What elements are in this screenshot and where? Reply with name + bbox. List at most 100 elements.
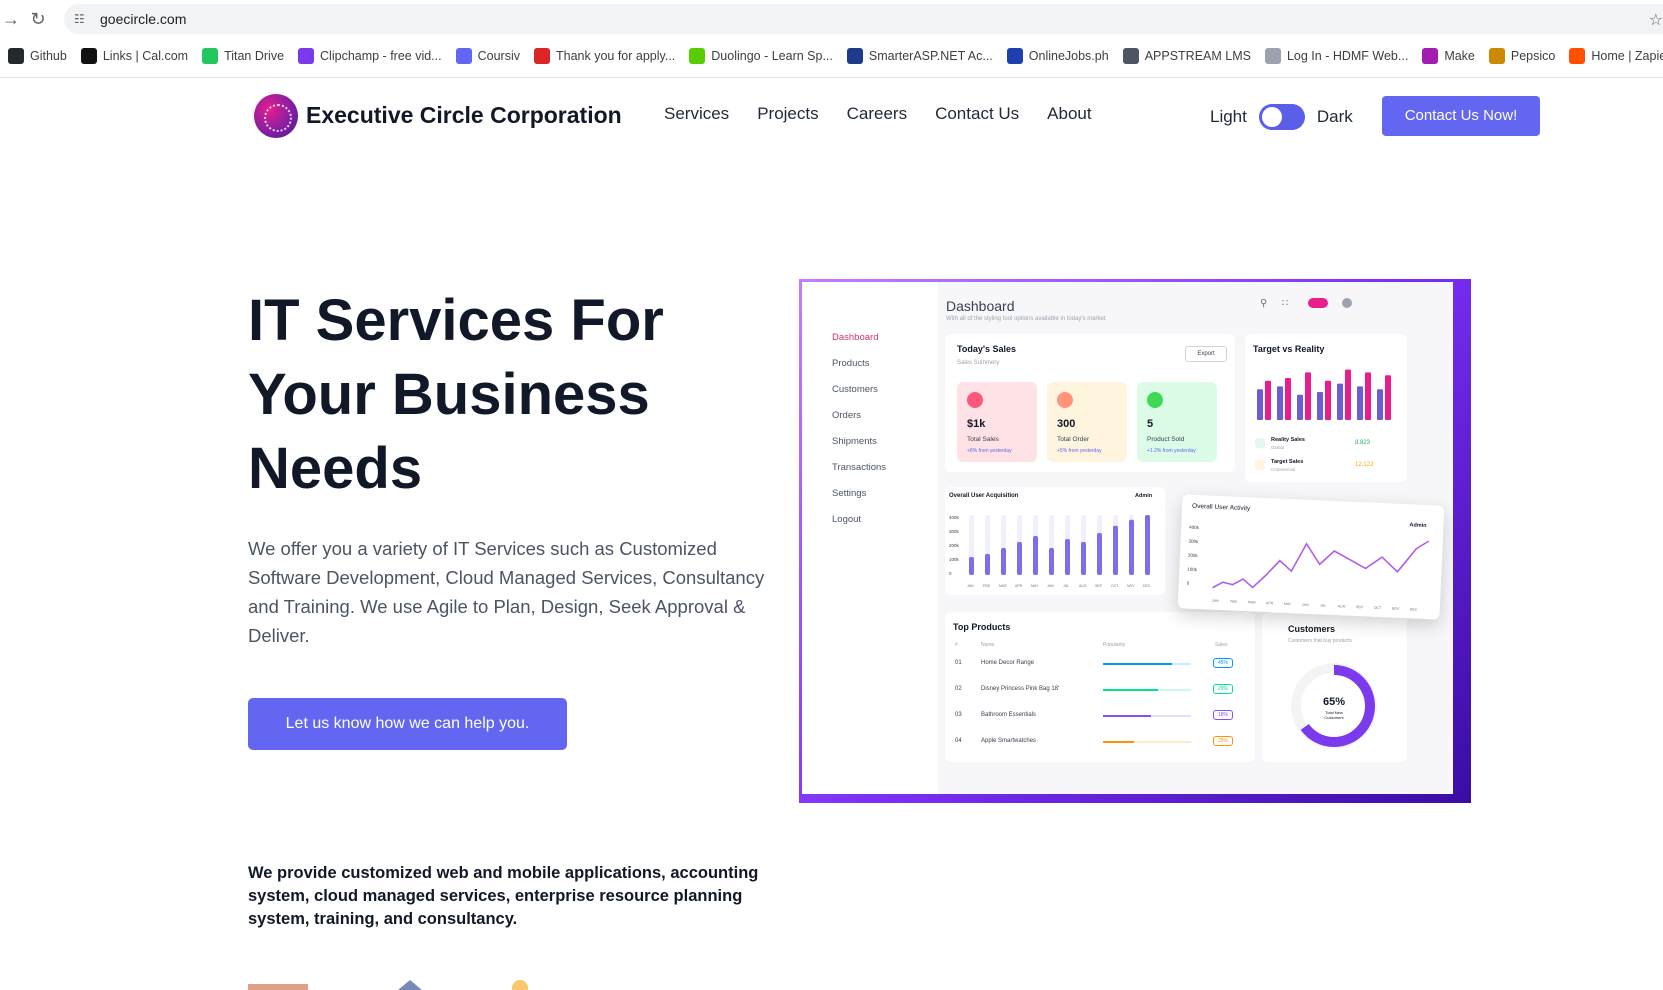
activity-x-tick: SEP [1356, 605, 1364, 609]
acq-x-tick: AUG [1079, 584, 1087, 588]
bookmark-star-icon[interactable]: ☆ [1649, 10, 1663, 30]
bookmark-item[interactable]: Home | Zapier [1569, 48, 1663, 64]
reality-bar [1297, 394, 1303, 420]
stat-card: $1k Total Sales +8% from yesterday [957, 382, 1037, 462]
dashboard-nav-shipments: Shipments [832, 436, 877, 447]
bookmark-item[interactable]: Links | Cal.com [80, 48, 188, 64]
bookmark-item[interactable]: Log In - HDMF Web... [1264, 48, 1409, 64]
bookmark-label: Github [30, 49, 67, 63]
product-rank: 02 [955, 686, 962, 692]
stat-label: Total Order [1057, 436, 1090, 443]
company-logo[interactable] [254, 94, 298, 138]
nav-link-projects[interactable]: Projects [757, 104, 818, 124]
bookmark-label: Clipchamp - free vid... [320, 49, 442, 63]
dashboard-nav-label: Dashboard [832, 332, 879, 343]
site-settings-icon[interactable]: ☷ [74, 11, 90, 27]
bookmark-item[interactable]: APPSTREAM LMS [1122, 48, 1251, 64]
github-icon [8, 48, 24, 64]
stat-change: +5% from yesterday [1057, 448, 1102, 454]
bookmark-item[interactable]: Coursiv [455, 48, 520, 64]
hero-title-line: IT Services For [248, 288, 664, 353]
forward-icon[interactable]: → [0, 8, 22, 30]
bookmark-label: Pepsico [1510, 49, 1556, 63]
activity-line [1212, 540, 1430, 589]
address-bar[interactable]: ☷ goecircle.com ☆ [64, 4, 1663, 34]
bookmark-item[interactable]: OnlineJobs.ph [1006, 48, 1109, 64]
hero-description: We offer you a variety of IT Services su… [248, 538, 765, 646]
acq-bar [1097, 533, 1102, 575]
product-row: 04 Apple Smartwatches 25% [955, 736, 1255, 750]
reality-bar [1317, 392, 1323, 420]
reload-icon[interactable]: ↻ [27, 8, 49, 30]
product-name: Apple Smartwatches [981, 738, 1037, 744]
nav-link-careers[interactable]: Careers [847, 104, 907, 124]
product-rank: 04 [955, 738, 962, 744]
activity-y-tick: 100k [1187, 567, 1198, 572]
bookmark-item[interactable]: Clipchamp - free vid... [298, 48, 442, 64]
bookmark-label: Log In - HDMF Web... [1286, 49, 1409, 63]
reality-bar [1377, 389, 1383, 420]
bookmark-item[interactable]: Github [8, 48, 67, 64]
stat-card: 300 Total Order +5% from yesterday [1047, 382, 1127, 462]
dashboard-nav-label: Transactions [832, 462, 887, 473]
dashboard-nav-label: Customers [832, 384, 878, 395]
bookmark-item[interactable]: SmarterASP.NET Ac... [846, 48, 993, 64]
contact-us-now-button[interactable]: Contact Us Now! [1382, 96, 1540, 136]
activity-x-tick: MAR [1248, 600, 1256, 604]
bookmark-item[interactable]: Thank you for apply... [533, 48, 676, 64]
sales-badge: 25% [1213, 736, 1234, 746]
smarterasp-icon [846, 48, 863, 64]
bookmarks-bar: Github Links | Cal.com Titan Drive Clipcham… [0, 44, 1663, 68]
acquisition-title: Overall User Acquisition [949, 493, 1019, 499]
acq-x-tick: FEB [983, 584, 990, 588]
dashboard-nav-dashboard: Dashboard [832, 332, 878, 343]
reality-sales-label: Reality Sales [1271, 437, 1305, 443]
bookmark-label: Home | Zapier [1591, 49, 1663, 63]
help-button[interactable]: Let us know how we can help you. [248, 698, 567, 750]
address-row: → ↻ ☷ goecircle.com ☆ [0, 0, 1663, 38]
acq-bar [985, 554, 990, 575]
activity-y-tick: 200k [1188, 553, 1199, 558]
target-bar [1265, 380, 1271, 420]
stat-label: Total Sales [967, 436, 999, 443]
nav-link-services[interactable]: Services [664, 104, 729, 124]
customers-label: Total New Customers [1324, 710, 1344, 720]
todays-sales-subtitle: Sales Summery [957, 360, 1000, 366]
product-name: Bathroom Essentials [981, 712, 1037, 718]
theme-toggle[interactable] [1258, 104, 1305, 130]
brand-name[interactable]: Executive Circle Corporation [306, 102, 622, 129]
target-vs-reality-chart [1257, 369, 1391, 420]
activity-x-tick: JUL [1320, 603, 1326, 607]
pepsico-icon [1488, 48, 1505, 64]
dashboard-sidebar: Dashboard Products Customers Orders Shipment… [802, 282, 938, 794]
dashboard-nav-customers: Customers [832, 384, 878, 395]
bookmark-item[interactable]: Pepsico [1488, 48, 1556, 64]
nav-link-about[interactable]: About [1047, 104, 1091, 124]
application-icon [533, 48, 550, 64]
customers-title: Customers [1288, 624, 1336, 634]
bookmark-item[interactable]: Duolingo - Learn Sp... [689, 48, 833, 64]
document-icon [1264, 48, 1281, 64]
acq-x-tick: NOV [1127, 584, 1135, 588]
product-header: Name [981, 642, 995, 648]
acq-x-tick: JAN [967, 584, 974, 588]
sales-badge: 45% [1213, 658, 1234, 668]
bookmark-item[interactable]: Make [1422, 48, 1475, 64]
theme-light-label: Light [1210, 107, 1247, 126]
target-bar [1305, 372, 1311, 420]
stat-label: Product Sold [1147, 436, 1185, 443]
dashboard-title: Dashboard [946, 298, 1015, 314]
acq-x-tick: MAY [1031, 584, 1039, 588]
product-header: # [955, 642, 958, 648]
bookmark-label: APPSTREAM LMS [1144, 49, 1251, 63]
top-products-title: Top Products [953, 622, 1011, 632]
dashboard-nav-label: Shipments [832, 436, 877, 447]
acquisition-filter: Admin [1135, 493, 1153, 499]
url-text[interactable]: goecircle.com [100, 11, 186, 27]
stat-value: 300 [1057, 418, 1076, 430]
acq-bar [969, 557, 974, 575]
target-bar [1345, 369, 1351, 420]
bookmark-item[interactable]: Titan Drive [202, 48, 284, 64]
nav-link-contact-us[interactable]: Contact Us [935, 104, 1019, 124]
bookmark-label: Thank you for apply... [555, 49, 676, 63]
